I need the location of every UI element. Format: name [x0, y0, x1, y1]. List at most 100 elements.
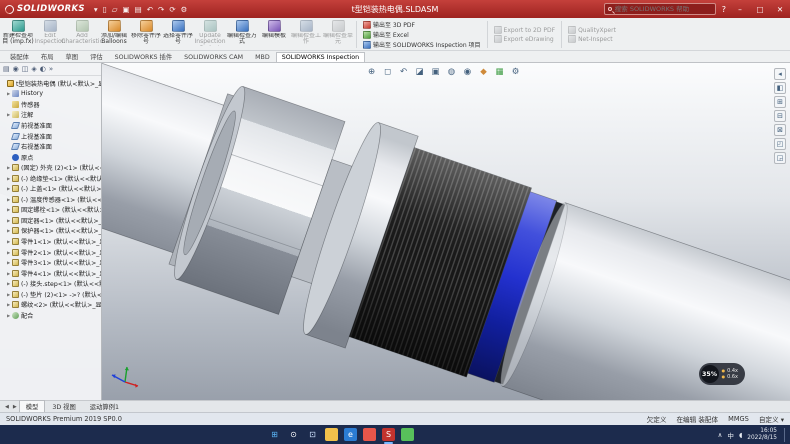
tree-item[interactable]: ▶ (-) 接头.step<1> (默认<<默认... — [2, 278, 101, 289]
tree-item[interactable]: ▶ 配合 — [2, 310, 101, 321]
ribbon-button[interactable]: 新建检查项目 (imp.fx) — [2, 19, 34, 50]
maximize-button[interactable]: □ — [752, 5, 768, 14]
heads-up-tool-icon[interactable]: ◻ — [381, 65, 394, 78]
document-tab[interactable]: 运动算例1 — [83, 400, 126, 412]
tree-item[interactable]: t型铠装热电偶 (默认<默认>_显示状态-1) — [2, 78, 101, 89]
ribbon-button[interactable]: 编辑检查单元 — [322, 19, 354, 50]
document-tab[interactable]: 3D 视图 — [45, 400, 82, 412]
tray-chevron-icon[interactable]: ∧ — [718, 431, 723, 439]
tree-item[interactable]: ▶ 固定器<1> (默认<<默认>_显示状... — [2, 215, 101, 226]
quick-access-icon[interactable]: ▾ — [94, 5, 98, 14]
quick-access-icon[interactable]: ▤ — [135, 5, 142, 14]
document-tab[interactable]: 模型 — [19, 400, 46, 412]
viewport-tool-icon[interactable]: ◂ — [774, 68, 786, 80]
quick-access-icon[interactable]: ⟳ — [169, 5, 175, 14]
help-button[interactable]: ? — [720, 5, 728, 14]
tree-item[interactable]: ▶ 零件2<1> (默认<<默认>_显示... — [2, 247, 101, 258]
taskbar-app-icon[interactable]: S — [382, 428, 395, 441]
panel-tab-icon[interactable]: ◐ — [40, 65, 46, 73]
quick-access-icon[interactable]: ⚙ — [181, 5, 188, 14]
taskbar-app-icon[interactable]: ⊙ — [287, 428, 300, 441]
export-menu-item[interactable]: Export to 2D PDF — [494, 26, 556, 34]
viewport-tool-icon[interactable]: ◧ — [774, 82, 786, 94]
tree-item[interactable]: 前视基准面 — [2, 120, 101, 131]
command-tab[interactable]: 评估 — [84, 50, 109, 62]
panel-tab-icon[interactable]: » — [49, 65, 53, 73]
heads-up-tool-icon[interactable]: ↶ — [397, 65, 410, 78]
heads-up-tool-icon[interactable]: ◆ — [477, 65, 490, 78]
tree-item[interactable]: ▶ 注解 — [2, 110, 101, 121]
quick-access-icon[interactable]: ▯ — [103, 5, 107, 14]
tree-item[interactable]: ▶ (固定) 外壳 (2)<1> (默认<<默认>_显示状态 — [2, 162, 101, 173]
heads-up-tool-icon[interactable]: ▦ — [493, 65, 506, 78]
ribbon-button[interactable]: 编辑检查工作 — [290, 19, 322, 50]
heads-up-tool-icon[interactable]: ▣ — [429, 65, 442, 78]
quality-menu-item[interactable]: QualityXpert — [568, 26, 616, 34]
status-item[interactable]: 欠定义 — [647, 414, 667, 424]
panel-tab-icon[interactable]: ◫ — [22, 65, 29, 73]
ribbon-button[interactable]: 编辑模板 — [258, 19, 290, 50]
heads-up-tool-icon[interactable]: ⚙ — [509, 65, 522, 78]
tab-scroll-right-icon[interactable]: ▶ — [11, 404, 19, 412]
tree-item[interactable]: ▶ 零件1<1> (默认<<默认>_显示状态 — [2, 236, 101, 247]
tree-item[interactable]: 上视基准面 — [2, 131, 101, 142]
tree-item[interactable]: ▶ History — [2, 89, 101, 100]
export-menu-item[interactable]: 输出至 3D PDF — [363, 20, 481, 29]
heads-up-tool-icon[interactable]: ◪ — [413, 65, 426, 78]
quality-menu-item[interactable]: Net-Inspect — [568, 35, 616, 43]
taskbar-app-icon[interactable]: ⊡ — [306, 428, 319, 441]
help-search-box[interactable] — [604, 3, 716, 15]
ribbon-button[interactable]: 选择零件序号 — [162, 19, 194, 50]
command-tab[interactable]: 布局 — [35, 50, 60, 62]
show-desktop-button[interactable] — [784, 428, 786, 442]
command-tab[interactable]: SOLIDWORKS 插件 — [109, 50, 178, 62]
taskbar-app-icon[interactable]: ⊞ — [268, 428, 281, 441]
ime-indicator[interactable]: 中 — [727, 430, 734, 440]
tree-item[interactable]: ▶ (-) 绝缘垫<1> (默认<<默认>_显示... — [2, 173, 101, 184]
tree-item[interactable]: ▶ 零件3<1> (默认<<默认>_显示... — [2, 257, 101, 268]
panel-tab-icon[interactable]: ◈ — [31, 65, 36, 73]
heads-up-tool-icon[interactable]: ◍ — [445, 65, 458, 78]
ribbon-button[interactable]: 移除零件序号 — [130, 19, 162, 50]
ribbon-button[interactable]: Update Inspection Project — [194, 19, 226, 50]
command-tab[interactable]: 草图 — [59, 50, 84, 62]
viewport-3d-scene[interactable] — [0, 63, 790, 400]
quick-access-icon[interactable]: ▱ — [112, 5, 118, 14]
tree-item[interactable]: ▶ 保护器<1> (默认<<默认>_显示状... — [2, 226, 101, 237]
viewport-tool-icon[interactable]: ⊟ — [774, 110, 786, 122]
heads-up-tool-icon[interactable]: ◉ — [461, 65, 474, 78]
minimize-button[interactable]: – — [732, 5, 748, 14]
heads-up-tool-icon[interactable]: ⊕ — [365, 65, 378, 78]
status-item[interactable]: MMGS — [728, 415, 749, 423]
command-tab[interactable]: 装配体 — [4, 50, 35, 62]
viewport-tool-icon[interactable]: ⊠ — [774, 124, 786, 136]
status-item[interactable]: 在编辑 装配体 — [676, 414, 718, 424]
status-item[interactable]: 自定义 ▾ — [759, 414, 784, 424]
export-menu-item[interactable]: Export eDrawing — [494, 35, 556, 43]
tree-item[interactable]: 原点 — [2, 152, 101, 163]
taskbar-app-icon[interactable] — [363, 428, 376, 441]
tree-item[interactable]: ▶ 固定螺栓<1> (默认<<默认>_显示状态 — [2, 205, 101, 216]
taskbar-app-icon[interactable] — [325, 428, 338, 441]
ribbon-button[interactable]: 编辑检查方式 — [226, 19, 258, 50]
command-tab[interactable]: SOLIDWORKS CAM — [178, 52, 249, 62]
tree-item[interactable]: 传感器 — [2, 99, 101, 110]
viewport-tool-icon[interactable]: ◲ — [774, 152, 786, 164]
viewport-tool-icon[interactable]: ⊞ — [774, 96, 786, 108]
taskbar-app-icon[interactable]: e — [344, 428, 357, 441]
quick-access-icon[interactable]: ▣ — [123, 5, 130, 14]
tree-item[interactable]: ▶ 螺纹<2> (默认<<默认>_显示状... — [2, 299, 101, 310]
close-button[interactable]: ✕ — [772, 5, 788, 14]
viewport-tool-icon[interactable]: ◰ — [774, 138, 786, 150]
export-menu-item[interactable]: 输出至 Excel — [363, 30, 481, 39]
taskbar-app-icon[interactable] — [401, 428, 414, 441]
quick-access-icon[interactable]: ↶ — [147, 5, 153, 14]
ribbon-button[interactable]: Add Characteristic — [66, 19, 98, 50]
export-menu-item[interactable]: 输出至 SOLIDWORKS Inspection 项目 — [363, 40, 481, 49]
tree-item[interactable]: 右视基准面 — [2, 141, 101, 152]
taskbar-clock[interactable]: 16:05 2022/8/15 — [747, 428, 777, 441]
search-input[interactable] — [615, 5, 705, 13]
tab-scroll-left-icon[interactable]: ◀ — [3, 404, 11, 412]
command-tab[interactable]: MBD — [249, 52, 276, 62]
command-tab[interactable]: SOLIDWORKS Inspection — [276, 52, 365, 62]
